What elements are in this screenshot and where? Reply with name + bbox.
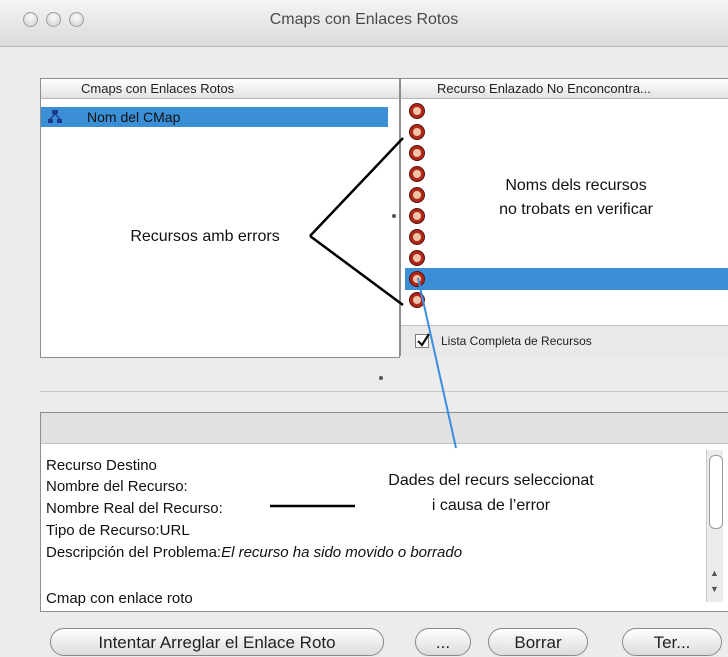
annotation-arrows: [270, 137, 457, 508]
annotation-names-2: no trobats en verificar: [499, 201, 653, 218]
annotation-data-1: Dades del recurs seleccionat: [388, 472, 594, 489]
delete-button[interactable]: Borrar: [488, 628, 588, 656]
annotation-data-2: i causa de l’error: [431, 497, 551, 514]
more-options-button[interactable]: ...: [415, 628, 471, 656]
finish-button[interactable]: Ter...: [622, 628, 722, 656]
annotation-errors: Recursos amb errors: [130, 228, 280, 245]
fix-broken-link-button[interactable]: Intentar Arreglar el Enlace Roto: [50, 628, 384, 656]
annotation-names-1: Noms dels recursos: [505, 177, 647, 194]
